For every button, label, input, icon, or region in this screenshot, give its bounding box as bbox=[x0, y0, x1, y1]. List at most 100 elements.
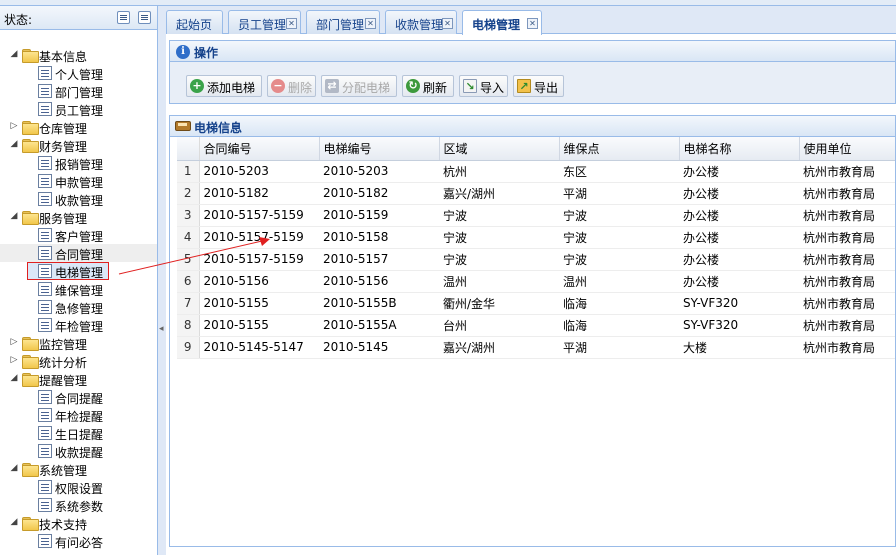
tab-2[interactable]: 部门管理 ✕ bbox=[306, 10, 380, 34]
tab-bar: 起始页 员工管理 ✕ 部门管理 ✕ 收款管理 ✕ 电梯管理 ✕ bbox=[166, 6, 896, 35]
folder-icon bbox=[22, 336, 39, 351]
close-icon[interactable]: ✕ bbox=[527, 18, 538, 29]
table-cell: 杭州市教育局 bbox=[799, 336, 895, 359]
tree-item[interactable]: 部门管理 bbox=[0, 82, 157, 100]
collapse-arrow-icon[interactable]: ◂ bbox=[159, 324, 164, 334]
table-cell: 宁波 bbox=[439, 226, 559, 249]
operations-panel: i 操作 + 添加电梯 − 删除 ⇄ 分配电梯 ↻ 刷新 ↘ 导入 ↗ 导出 bbox=[169, 40, 896, 104]
splitter[interactable]: ◂ bbox=[158, 6, 166, 555]
tree-item-label: 生日提醒 bbox=[55, 428, 104, 442]
tree-item-selected[interactable]: 电梯管理 bbox=[0, 262, 157, 280]
table-cell: 2010-5156 bbox=[199, 270, 319, 293]
delete-icon: − bbox=[271, 79, 285, 93]
tree-folder[interactable]: ▷ 监控管理 bbox=[0, 334, 157, 352]
toolbar-button-1[interactable]: − 删除 bbox=[267, 75, 316, 97]
expanded-arrow-icon[interactable]: ◢ bbox=[9, 211, 19, 221]
table-cell: 临海 bbox=[559, 314, 679, 337]
tree-item[interactable]: 客户管理 bbox=[0, 226, 157, 244]
grid-body: 合同编号 电梯编号 区域 维保点 电梯名称 使用单位 1 2010-5203 2010-520… bbox=[169, 137, 896, 547]
table-row[interactable]: 8 2010-5155 2010-5155A 台州 临海 SY-VF320 杭州市教育局 bbox=[177, 314, 895, 337]
column-header[interactable]: 维保点 bbox=[559, 137, 680, 161]
expanded-arrow-icon[interactable]: ◢ bbox=[9, 517, 19, 527]
table-row[interactable]: 6 2010-5156 2010-5156 温州 温州 办公楼 杭州市教育局 bbox=[177, 270, 895, 293]
tree-folder[interactable]: ◢ 系统管理 bbox=[0, 460, 157, 478]
table-row[interactable]: 9 2010-5145-5147 2010-5145 嘉兴/湖州 平湖 大楼 杭州市教育局 bbox=[177, 336, 895, 359]
tree-item[interactable]: 年检提醒 bbox=[0, 406, 157, 424]
tree-item[interactable]: 申款管理 bbox=[0, 172, 157, 190]
expanded-arrow-icon[interactable]: ◢ bbox=[9, 463, 19, 473]
collapsed-arrow-icon[interactable]: ▷ bbox=[9, 337, 19, 347]
tree-item[interactable]: 合同管理 bbox=[0, 244, 157, 262]
tree-folder[interactable]: ▷ 统计分析 bbox=[0, 352, 157, 370]
row-number-header bbox=[177, 137, 200, 161]
column-header[interactable]: 使用单位 bbox=[799, 137, 895, 161]
column-header[interactable]: 电梯名称 bbox=[679, 137, 800, 161]
table-row[interactable]: 2 2010-5182 2010-5182 嘉兴/湖州 平湖 办公楼 杭州市教育局 bbox=[177, 182, 895, 205]
nav-panel-header: 状态: bbox=[0, 6, 157, 30]
tree-item-label: 急修管理 bbox=[55, 302, 104, 316]
tree-folder[interactable]: ▷ 仓库管理 bbox=[0, 118, 157, 136]
expanded-arrow-icon[interactable]: ◢ bbox=[9, 49, 19, 59]
table-cell: 杭州市教育局 bbox=[799, 270, 895, 293]
tree-item[interactable]: 维保管理 bbox=[0, 280, 157, 298]
expand-all-icon[interactable] bbox=[138, 11, 151, 24]
tab-4[interactable]: 电梯管理 ✕ bbox=[462, 10, 542, 35]
folder-icon bbox=[22, 120, 39, 135]
tree-item[interactable]: 有问必答 bbox=[0, 532, 157, 550]
toolbar-button-2[interactable]: ⇄ 分配电梯 bbox=[321, 75, 397, 97]
collapsed-arrow-icon[interactable]: ▷ bbox=[9, 355, 19, 365]
tree-folder[interactable]: ◢ 财务管理 bbox=[0, 136, 157, 154]
tree-folder[interactable]: ◢ 提醒管理 bbox=[0, 370, 157, 388]
page-icon bbox=[38, 408, 52, 422]
tree-item[interactable]: 报销管理 bbox=[0, 154, 157, 172]
tree-item[interactable]: 收款提醒 bbox=[0, 442, 157, 460]
tree-item-label: 部门管理 bbox=[55, 86, 104, 100]
import-icon: ↘ bbox=[463, 79, 477, 93]
column-header[interactable]: 电梯编号 bbox=[319, 137, 440, 161]
toolbar-button-3[interactable]: ↻ 刷新 bbox=[402, 75, 454, 97]
expanded-arrow-icon[interactable]: ◢ bbox=[9, 373, 19, 383]
toolbar-button-0[interactable]: + 添加电梯 bbox=[186, 75, 262, 97]
tree-folder-label: 财务管理 bbox=[39, 140, 88, 154]
tree-item[interactable]: 员工管理 bbox=[0, 100, 157, 118]
column-header[interactable]: 区域 bbox=[439, 137, 560, 161]
close-icon[interactable]: ✕ bbox=[442, 18, 453, 29]
collapsed-arrow-icon[interactable]: ▷ bbox=[9, 121, 19, 131]
table-cell: 办公楼 bbox=[679, 182, 799, 205]
tree-folder[interactable]: ◢ 基本信息 bbox=[0, 46, 157, 64]
table-row[interactable]: 5 2010-5157-5159 2010-5157 宁波 宁波 办公楼 杭州市教育局 bbox=[177, 248, 895, 271]
column-header[interactable]: 合同编号 bbox=[199, 137, 320, 161]
tree-item[interactable]: 合同提醒 bbox=[0, 388, 157, 406]
page-icon bbox=[38, 480, 52, 494]
table-cell: 办公楼 bbox=[679, 248, 799, 271]
table-row[interactable]: 4 2010-5157-5159 2010-5158 宁波 宁波 办公楼 杭州市教育局 bbox=[177, 226, 895, 249]
tree-folder[interactable]: ◢ 服务管理 bbox=[0, 208, 157, 226]
toolbar-button-4[interactable]: ↘ 导入 bbox=[459, 75, 508, 97]
close-icon[interactable]: ✕ bbox=[286, 18, 297, 29]
collapse-all-icon[interactable] bbox=[117, 11, 130, 24]
table-row[interactable]: 3 2010-5157-5159 2010-5159 宁波 宁波 办公楼 杭州市教育局 bbox=[177, 204, 895, 227]
tree-folder[interactable]: ◢ 技术支持 bbox=[0, 514, 157, 532]
tree-item[interactable]: 收款管理 bbox=[0, 190, 157, 208]
elevator-info-header: 电梯信息 bbox=[169, 115, 896, 137]
close-icon[interactable]: ✕ bbox=[365, 18, 376, 29]
tree-item[interactable]: 权限设置 bbox=[0, 478, 157, 496]
tree-item[interactable]: 系统参数 bbox=[0, 496, 157, 514]
toolbar-button-5[interactable]: ↗ 导出 bbox=[513, 75, 564, 97]
tree-item[interactable]: 个人管理 bbox=[0, 64, 157, 82]
tab-label: 员工管理 bbox=[238, 18, 287, 32]
tree-item[interactable]: 年检管理 bbox=[0, 316, 157, 334]
tab-0[interactable]: 起始页 bbox=[166, 10, 223, 34]
tree-item[interactable]: 生日提醒 bbox=[0, 424, 157, 442]
tab-1[interactable]: 员工管理 ✕ bbox=[228, 10, 301, 34]
table-cell: 杭州市教育局 bbox=[799, 160, 895, 183]
table-cell: 2010-5155A bbox=[319, 314, 439, 337]
table-row[interactable]: 1 2010-5203 2010-5203 杭州 东区 办公楼 杭州市教育局 bbox=[177, 160, 895, 183]
table-row[interactable]: 7 2010-5155 2010-5155B 衢州/金华 临海 SY-VF320 杭州市教育… bbox=[177, 292, 895, 315]
tab-label: 起始页 bbox=[176, 18, 213, 32]
info-icon: i bbox=[176, 45, 190, 59]
tab-3[interactable]: 收款管理 ✕ bbox=[385, 10, 457, 34]
expanded-arrow-icon[interactable]: ◢ bbox=[9, 139, 19, 149]
tree-item[interactable]: 急修管理 bbox=[0, 298, 157, 316]
table-cell: SY-VF320 bbox=[679, 292, 799, 315]
